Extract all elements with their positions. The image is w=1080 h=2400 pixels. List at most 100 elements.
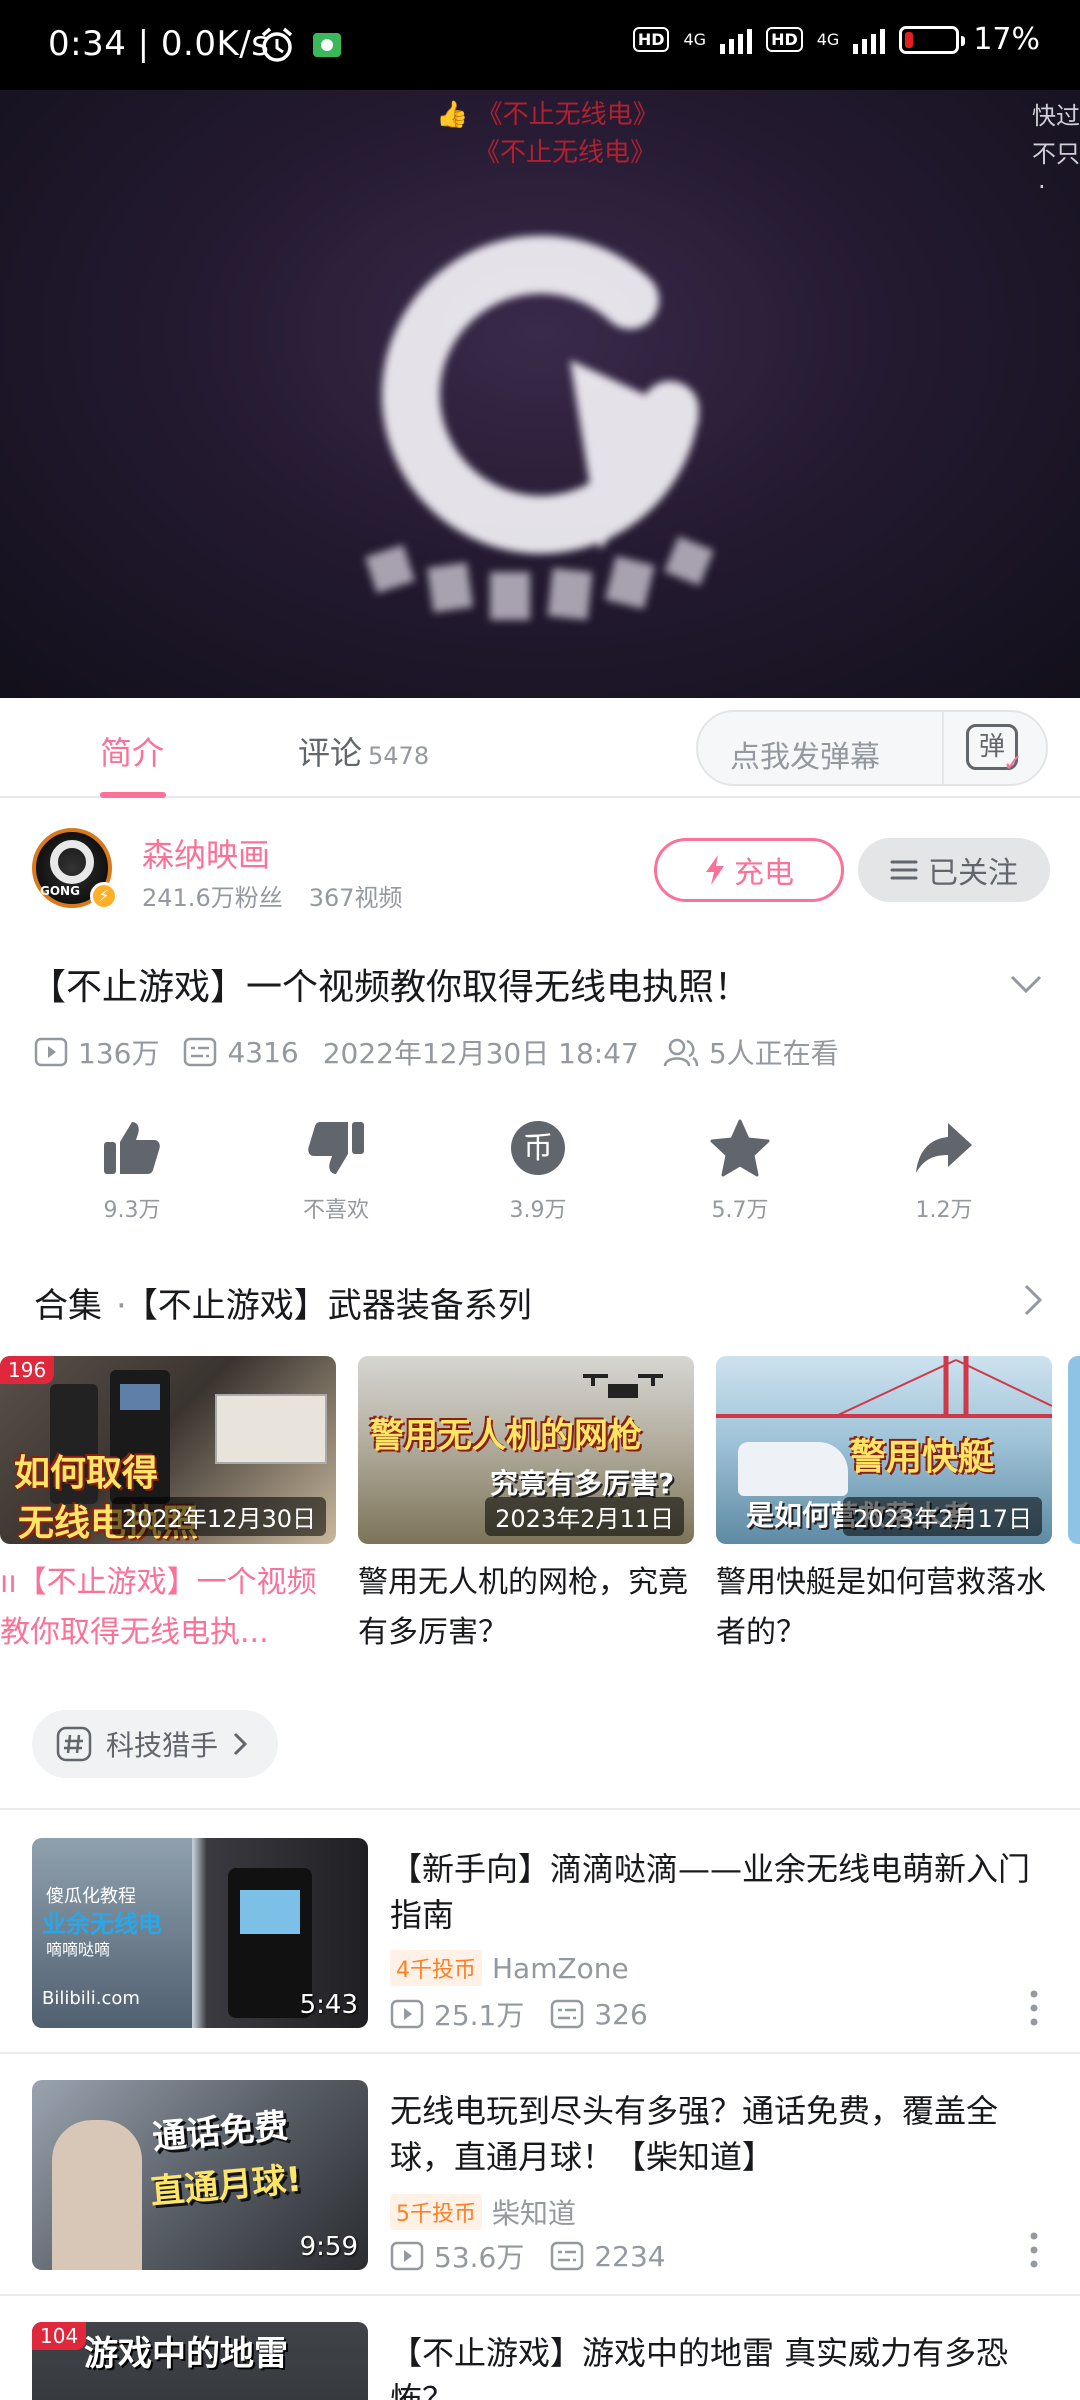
collection-item[interactable]: 如何取得 无线电执照 196 2022年12月30日 ıı【不止游戏】一个视频教… <box>0 1356 336 1658</box>
thumbnail-text: 如何取得 <box>14 1453 159 1494</box>
collection-thumbnail: 警用无人机的网枪 究竟有多厉害? 2023年2月11日 <box>358 1356 694 1544</box>
network-type: 4G <box>816 29 840 49</box>
recommendation-title: 【不止游戏】游戏中的地雷 真实威力有多恐怖？ <box>390 2334 1009 2400</box>
lightning-icon <box>706 855 724 885</box>
wallet-icon <box>313 33 341 57</box>
recommendation-stats: 53.6万 2234 <box>390 2236 666 2276</box>
coin-tag: 5千投币 <box>390 2194 482 2230</box>
collection-header[interactable]: 合集 · 【不止游戏】武器装备系列 <box>34 1278 532 1327</box>
watching-icon <box>663 1038 699 1067</box>
item-date: 2022年12月30日 <box>111 1497 326 1536</box>
coin-count: 3.9万 <box>509 1198 567 1223</box>
thumbnail-text: 游戏中的地雷 <box>84 2334 288 2374</box>
bridge-graphic <box>716 1356 1052 1418</box>
chevron-right-icon[interactable] <box>1018 1282 1048 1318</box>
charge-badge-icon: ⚡ <box>90 882 118 910</box>
video-title: 【不止游戏】一个视频教你取得无线电执照！ <box>30 967 751 1008</box>
recommendation-title: 【新手向】滴滴哒滴——业余无线电萌新入门指南 <box>390 1850 1031 1934</box>
divider <box>942 712 944 784</box>
recommendation-item[interactable]: 傻瓜化教程 业余无线电 嘀嘀哒嘀 Bilibili.com 5:43 【新手向】… <box>32 1838 1048 2032</box>
danmaku-count-icon <box>551 1999 584 2029</box>
hd-badge: HD <box>632 27 670 52</box>
more-options-icon[interactable] <box>1028 1988 1040 2028</box>
tag-label: 科技猎手 <box>106 1729 219 1762</box>
uploader-section: GONG ⚡ 森纳映画 241.6万粉丝 367视频 充电 已关注 <box>0 820 1080 930</box>
like-button[interactable]: 9.3万 <box>52 1116 212 1224</box>
collection-item[interactable]: 警用快艇 是如何营救落水者 2023年2月17日 警用快艇是如何营救落水者的？ <box>716 1356 1052 1658</box>
danmaku-input[interactable]: 点我发弹幕 弹 ✓ <box>696 710 1048 786</box>
dislike-icon <box>308 1122 364 1174</box>
watching-count: 5人正在看 <box>708 1037 839 1070</box>
charge-button[interactable]: 充电 <box>654 838 844 902</box>
favorite-button[interactable]: 5.7万 <box>660 1116 820 1224</box>
thumbnail-text: 嘀嘀哒嘀 <box>46 1940 111 1959</box>
battery-icon <box>899 25 966 54</box>
collection-item-peek[interactable] <box>1068 1356 1080 1544</box>
collection-thumbnail: 警用快艇 是如何营救落水者 2023年2月17日 <box>716 1356 1052 1544</box>
action-bar: 9.3万 不喜欢 币 3.9万 5.7万 1.2万 <box>0 1116 1080 1226</box>
divider <box>0 2294 1080 2296</box>
thumbnail-text: 业余无线电 <box>42 1910 162 1938</box>
network-type: 4G <box>683 29 707 49</box>
license-card-graphic <box>215 1394 327 1464</box>
thumbnail-text: 通话免费 <box>150 2106 290 2158</box>
chevron-down-icon[interactable] <box>1008 966 1044 1002</box>
favorite-icon <box>710 1119 770 1177</box>
duration: 9:59 <box>299 2232 358 2262</box>
tab-indicator <box>100 792 166 798</box>
collection-thumbnail: 如何取得 无线电执照 196 2022年12月30日 <box>0 1356 336 1544</box>
playing-icon: ıı <box>0 1565 17 1600</box>
recommendation-item[interactable]: 游戏中的地雷 104 【不止游戏】游戏中的地雷 真实威力有多恐怖？ <box>32 2322 1048 2400</box>
dislike-button[interactable]: 不喜欢 <box>256 1116 416 1224</box>
boat-graphic <box>738 1442 848 1496</box>
danmaku-placeholder: 点我发弹幕 <box>730 740 880 775</box>
video-player[interactable]: 👍 《不止无线电》 《不止无线电》 快过 不只 . <box>0 90 1080 698</box>
coin-button[interactable]: 币 3.9万 <box>458 1116 618 1224</box>
coin-tag: 4千投币 <box>390 1950 482 1986</box>
item-date: 2023年2月11日 <box>485 1497 684 1536</box>
danmaku-item: 《不止无线电》 <box>474 138 657 168</box>
thumbnail-text: 警用快艇 <box>850 1437 995 1478</box>
thumbnail-text: Bilibili.com <box>42 1988 140 2009</box>
share-button[interactable]: 1.2万 <box>864 1116 1024 1224</box>
fans-count: 241.6万粉丝 <box>142 884 283 912</box>
play-count-icon <box>390 2241 424 2271</box>
recommendation-thumbnail: 通话免费 直通月球! 9:59 <box>32 2080 368 2270</box>
recommendation-item[interactable]: 通话免费 直通月球! 9:59 无线电玩到尽头有多强？通话免费，覆盖全球，直通月… <box>32 2080 1048 2274</box>
danmaku-count-icon <box>551 2241 584 2271</box>
coin-glyph: 币 <box>523 1131 553 1166</box>
detail-tabs: 简介 评论 5478 点我发弹幕 弹 ✓ <box>0 698 1080 798</box>
thumb-up-icon: 👍 <box>436 100 469 130</box>
collection-item-title: ıı【不止游戏】一个视频教你取得无线电执... <box>0 1565 317 1650</box>
signal-icon <box>720 26 753 54</box>
avatar[interactable]: GONG ⚡ <box>32 828 118 910</box>
episode-badge: 196 <box>0 1356 55 1384</box>
danmaku-toggle-icon[interactable]: 弹 ✓ <box>966 724 1023 775</box>
view-count: 136万 <box>78 1037 160 1070</box>
tab-intro[interactable]: 简介 <box>100 728 164 774</box>
alarm-icon <box>261 27 293 62</box>
collection-name: 【不止游戏】武器装备系列 <box>140 1286 532 1326</box>
recommendation-title: 无线电玩到尽头有多强？通话免费，覆盖全球，直通月球！【柴知道】 <box>390 2092 999 2176</box>
divider <box>0 1808 1080 1810</box>
chevron-right-icon <box>233 1732 248 1756</box>
like-icon <box>104 1122 160 1174</box>
collection-item[interactable]: 警用无人机的网枪 究竟有多厉害? 2023年2月11日 警用无人机的网枪，究竟有… <box>358 1356 694 1658</box>
tab-comments[interactable]: 评论 5478 <box>298 728 429 774</box>
tag-chip[interactable]: 科技猎手 <box>32 1710 279 1778</box>
danmaku-item: 不只 <box>1032 140 1080 168</box>
thumbnail-text: 警用无人机的网枪 <box>370 1416 642 1456</box>
menu-icon <box>890 860 918 880</box>
coin-icon: 币 <box>511 1121 565 1175</box>
collection-label: 合集 <box>34 1286 102 1326</box>
hashtag-icon <box>56 1726 92 1762</box>
share-count: 1.2万 <box>915 1198 973 1223</box>
signal-icon <box>853 26 886 54</box>
uploader-name[interactable]: 森纳映画 <box>142 830 270 876</box>
collection-item-title: 警用无人机的网枪，究竟有多厉害？ <box>358 1565 688 1650</box>
battery-percent: 17% <box>973 22 1040 57</box>
danmaku-count-icon <box>184 1037 217 1067</box>
follow-button[interactable]: 已关注 <box>858 838 1050 902</box>
thumbnail-text: 究竟有多厉害? <box>490 1467 675 1500</box>
more-options-icon[interactable] <box>1028 2230 1040 2270</box>
